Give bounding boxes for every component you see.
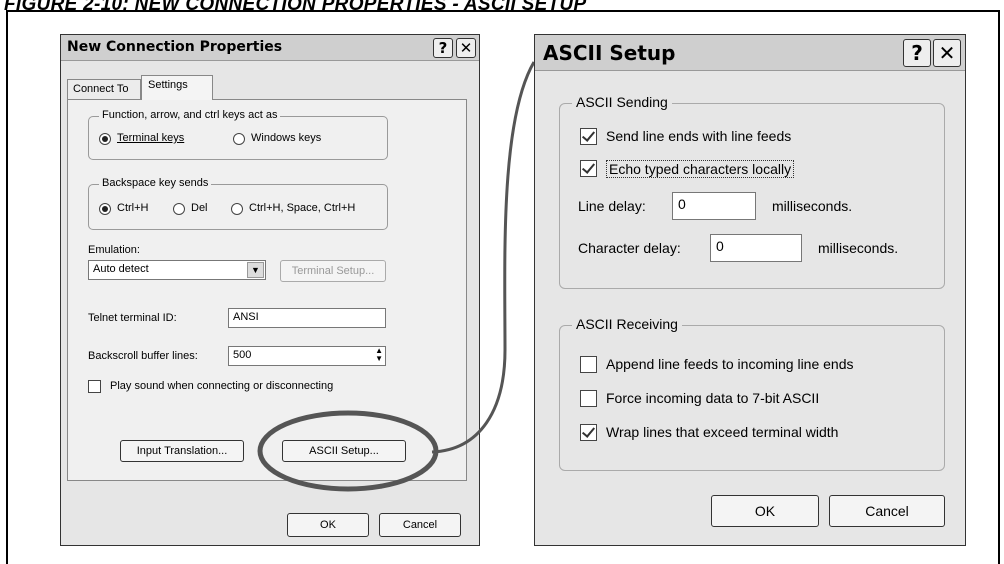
ctrl-h-space-label[interactable]: Ctrl+H, Space, Ctrl+H (249, 202, 355, 214)
backspace-group: Backspace key sends Ctrl+H Del Ctrl+H, S… (88, 177, 388, 230)
terminal-keys-radio[interactable] (99, 133, 111, 145)
del-radio[interactable] (173, 203, 185, 215)
ctrl-h-radio[interactable] (99, 203, 111, 215)
char-delay-value: 0 (716, 238, 724, 254)
input-translation-button[interactable]: Input Translation... (120, 440, 244, 462)
backscroll-label: Backscroll buffer lines: (88, 350, 198, 362)
telnet-terminal-id-value: ANSI (233, 311, 259, 323)
ascii-help-button[interactable]: ? (903, 39, 931, 67)
play-sound-label[interactable]: Play sound when connecting or disconnect… (110, 380, 333, 392)
ascii-close-button[interactable]: ✕ (933, 39, 961, 67)
terminal-keys-label[interactable]: Terminal keys (117, 132, 184, 144)
wrap-lines-checkbox[interactable] (580, 424, 597, 441)
emulation-label: Emulation: (88, 244, 140, 256)
line-delay-label: Line delay: (578, 198, 646, 214)
chevron-down-icon[interactable]: ▼ (247, 262, 264, 278)
append-line-feeds-label[interactable]: Append line feeds to incoming line ends (606, 356, 854, 372)
tab-connect-to[interactable]: Connect To (67, 79, 141, 99)
settings-panel: Function, arrow, and ctrl keys act as Te… (67, 99, 467, 481)
keys-group-label: Function, arrow, and ctrl keys act as (99, 109, 281, 121)
char-delay-unit: milliseconds. (818, 240, 899, 256)
play-sound-checkbox[interactable] (88, 380, 101, 393)
dialog-title: New Connection Properties (67, 39, 283, 55)
backscroll-stepper[interactable]: 500 ▲ ▼ (228, 346, 386, 366)
ascii-receiving-group: ASCII Receiving Append line feeds to inc… (559, 316, 945, 471)
emulation-value: Auto detect (93, 263, 149, 275)
windows-keys-label[interactable]: Windows keys (251, 132, 321, 144)
ascii-cancel-button[interactable]: Cancel (829, 495, 945, 527)
ascii-setup-dialog: ASCII Setup ? ✕ ASCII Sending Send line … (534, 34, 966, 546)
line-delay-field[interactable]: 0 (672, 192, 756, 220)
send-line-ends-label[interactable]: Send line ends with line feeds (606, 128, 791, 144)
char-delay-label: Character delay: (578, 240, 681, 256)
tab-connect-to-label: Connect To (73, 83, 129, 95)
echo-typed-checkbox[interactable] (580, 160, 597, 177)
char-delay-field[interactable]: 0 (710, 234, 802, 262)
force-7bit-checkbox[interactable] (580, 390, 597, 407)
ok-button[interactable]: OK (287, 513, 369, 537)
ascii-sending-label: ASCII Sending (572, 94, 672, 110)
ascii-setup-button[interactable]: ASCII Setup... (282, 440, 406, 462)
spin-arrows-icon[interactable]: ▲ ▼ (375, 347, 383, 363)
echo-typed-label[interactable]: Echo typed characters locally (606, 160, 795, 178)
ascii-sending-group: ASCII Sending Send line ends with line f… (559, 94, 945, 289)
cancel-button[interactable]: Cancel (379, 513, 461, 537)
tab-settings[interactable]: Settings (141, 75, 213, 100)
telnet-terminal-id-label: Telnet terminal ID: (88, 312, 177, 324)
ascii-title-bar[interactable]: ASCII Setup ? ✕ (535, 35, 965, 71)
backscroll-value: 500 (233, 349, 252, 361)
force-7bit-label[interactable]: Force incoming data to 7-bit ASCII (606, 390, 819, 406)
emulation-select[interactable]: Auto detect ▼ (88, 260, 266, 280)
help-button[interactable]: ? (433, 38, 453, 58)
ascii-dialog-title: ASCII Setup (543, 41, 676, 65)
new-connection-properties-dialog: New Connection Properties ? ✕ Connect To… (60, 34, 480, 546)
terminal-setup-button[interactable]: Terminal Setup... (280, 260, 386, 282)
ctrl-h-label[interactable]: Ctrl+H (117, 202, 148, 214)
tab-settings-label: Settings (148, 79, 188, 91)
wrap-lines-label[interactable]: Wrap lines that exceed terminal width (606, 424, 838, 440)
ascii-ok-button[interactable]: OK (711, 495, 819, 527)
append-line-feeds-checkbox[interactable] (580, 356, 597, 373)
telnet-terminal-id-field[interactable]: ANSI (228, 308, 386, 328)
title-bar[interactable]: New Connection Properties ? ✕ (61, 35, 479, 61)
del-label[interactable]: Del (191, 202, 208, 214)
send-line-ends-checkbox[interactable] (580, 128, 597, 145)
keys-group: Function, arrow, and ctrl keys act as Te… (88, 109, 388, 160)
backspace-group-label: Backspace key sends (99, 177, 212, 189)
line-delay-value: 0 (678, 196, 686, 212)
windows-keys-radio[interactable] (233, 133, 245, 145)
line-delay-unit: milliseconds. (772, 198, 853, 214)
close-button[interactable]: ✕ (456, 38, 476, 58)
ascii-receiving-label: ASCII Receiving (572, 316, 682, 332)
ctrl-h-space-radio[interactable] (231, 203, 243, 215)
